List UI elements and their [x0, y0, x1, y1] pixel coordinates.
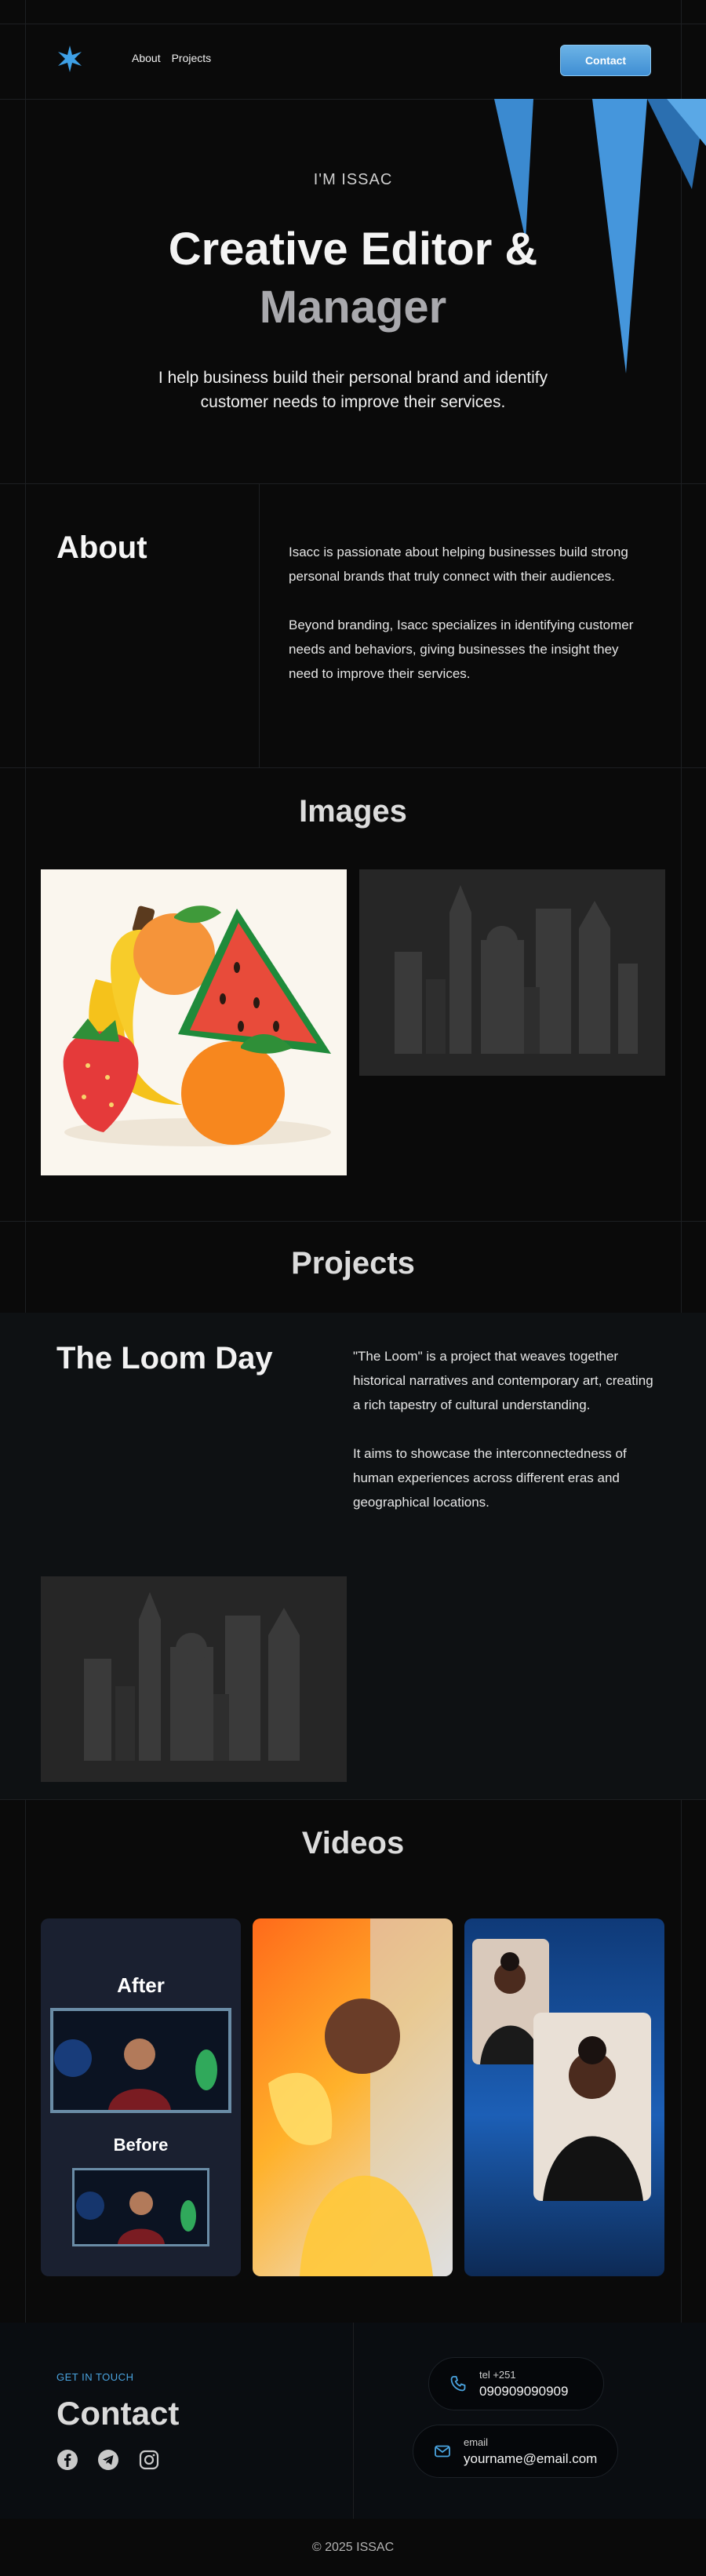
telegram-icon[interactable] — [97, 2449, 119, 2471]
video-card-before-after[interactable]: After Before — [41, 1918, 241, 2276]
divider — [353, 2323, 354, 2519]
phone-icon — [443, 2375, 473, 2392]
divider — [259, 483, 260, 767]
project-paragraph: "The Loom" is a project that weaves toge… — [353, 1349, 653, 1412]
hero-title-second-line: Manager — [259, 282, 447, 333]
phone-pill[interactable]: tel +251 090909090909 — [428, 2357, 604, 2410]
contact-eyebrow: GET IN TOUCH — [56, 2371, 134, 2383]
hero-pre-title: I'M ISSAC — [313, 171, 393, 188]
hero-title: Creative Editor & — [168, 224, 538, 275]
contact-button[interactable]: Contact — [560, 45, 651, 76]
videos-title: Videos — [301, 1826, 405, 1860]
project-item: The Loom Day "The Loom" is a project tha… — [0, 1313, 706, 1799]
about-text: Isacc is passionate about helping busine… — [289, 540, 650, 710]
phone-value[interactable]: 090909090909 — [479, 2384, 568, 2399]
email-value[interactable]: yourname@email.com — [464, 2451, 597, 2467]
city-skyline-image — [359, 869, 665, 1076]
after-label: After — [117, 1973, 165, 1997]
contact-title: Contact — [56, 2395, 180, 2432]
after-frame — [50, 2008, 231, 2113]
mail-icon — [428, 2443, 457, 2460]
navbar: About Projects Contact — [0, 24, 706, 99]
before-frame — [72, 2168, 209, 2246]
nav-link-projects[interactable]: Projects — [172, 52, 212, 64]
email-label: email — [464, 2436, 489, 2448]
project-image[interactable] — [41, 1576, 347, 1782]
social-links — [56, 2449, 160, 2471]
images-section: Images — [0, 767, 706, 1221]
fruit-illustration — [41, 869, 347, 1175]
about-paragraph: Beyond branding, Isacc specializes in id… — [289, 618, 634, 681]
hero-section: I'M ISSAC Creative Editor & Manager I he… — [0, 99, 706, 483]
email-pill[interactable]: email yourname@email.com — [413, 2425, 618, 2478]
projects-header: Projects — [0, 1221, 706, 1313]
hero-subtitle: I help business build their personal bra… — [158, 369, 548, 411]
nav-link-about[interactable]: About — [132, 52, 161, 64]
contact-section: GET IN TOUCH Contact tel +251 0909090909… — [0, 2323, 706, 2519]
video-card-duo[interactable] — [464, 1918, 664, 2276]
videos-section: Videos After Before — [0, 1799, 706, 2323]
phone-label: tel +251 — [479, 2368, 516, 2381]
instagram-icon[interactable] — [138, 2449, 160, 2471]
project-paragraph: It aims to showcase the interconnectedne… — [353, 1446, 627, 1510]
about-section: About Isacc is passionate about helping … — [0, 483, 706, 767]
about-paragraph: Isacc is passionate about helping busine… — [289, 545, 628, 584]
facebook-icon[interactable] — [56, 2449, 78, 2471]
images-title: Images — [299, 794, 407, 829]
about-title: About — [56, 530, 147, 565]
video-card-portrait[interactable] — [253, 1918, 453, 2276]
footer-copyright: © 2025 ISSAC — [0, 2519, 706, 2576]
logo-icon[interactable] — [56, 46, 83, 72]
nav-links: About Projects — [132, 52, 211, 64]
project-description: "The Loom" is a project that weaves toge… — [353, 1344, 659, 1539]
projects-title: Projects — [291, 1246, 415, 1281]
project-title[interactable]: The Loom Day — [56, 1341, 273, 1376]
before-label: Before — [113, 2135, 169, 2155]
